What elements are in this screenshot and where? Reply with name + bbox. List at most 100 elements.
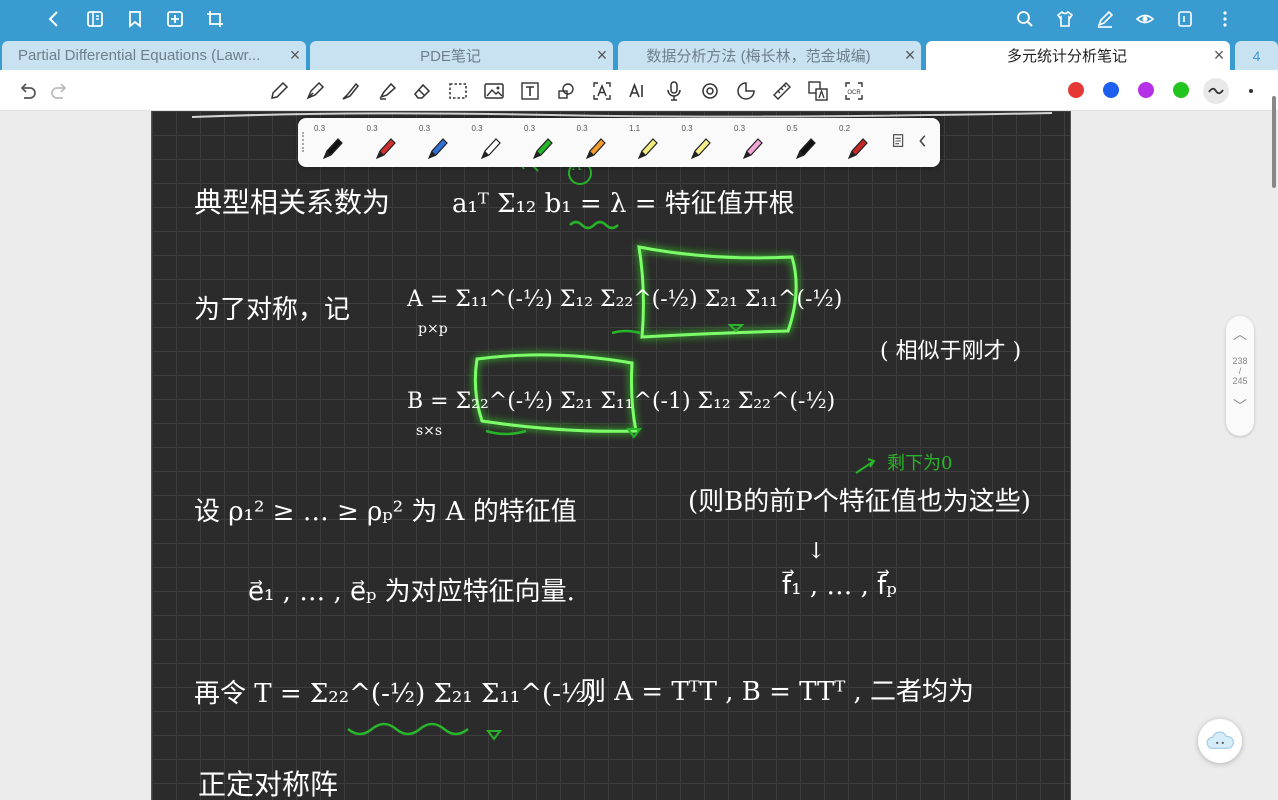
tab-label: Partial Differential Equations (Lawr... — [18, 47, 261, 64]
note-green-remark: 剩下为0 — [887, 453, 953, 474]
laser-pointer-icon[interactable] — [698, 79, 722, 103]
close-icon[interactable]: × — [284, 45, 306, 66]
pen-icon — [375, 138, 396, 160]
ruler-icon[interactable] — [770, 79, 794, 103]
search-icon[interactable] — [1014, 8, 1036, 30]
current-page: 238 — [1232, 356, 1248, 366]
note-line-6-eq: 再令 T = Σ₂₂^(-½) Σ₂₁ Σ₁₁^(-½) — [194, 679, 597, 709]
note-line-5-eq: e⃗₁ , … , e⃗ₚ 为对应特征向量. — [248, 577, 575, 607]
pen-preset[interactable]: 0.3 — [308, 122, 356, 164]
tab-pde-notes[interactable]: PDE笔记 × — [310, 41, 613, 70]
color-swatch-red[interactable] — [1068, 82, 1084, 98]
highlighter-icon[interactable] — [375, 79, 399, 103]
note-line-3-sub: s×s — [416, 423, 443, 439]
redo-icon[interactable] — [48, 79, 72, 103]
pen-preset[interactable]: 0.3 — [361, 122, 409, 164]
pen-settings-icon[interactable] — [890, 132, 910, 152]
translate-icon[interactable] — [806, 79, 830, 103]
pen-size-label: 0.3 — [734, 124, 746, 133]
pen-preset[interactable]: 0.3 — [413, 122, 461, 164]
pen-preset[interactable]: 0.3 — [571, 122, 619, 164]
text-box-icon[interactable] — [518, 79, 542, 103]
pen-icon — [585, 138, 606, 160]
pen-size-label: 0.3 — [524, 124, 536, 133]
stroke-dot-icon[interactable] — [1239, 79, 1263, 103]
assistant-cloud-icon[interactable] — [1198, 719, 1242, 763]
pen-preset[interactable]: 0.3 — [518, 122, 566, 164]
theme-shirt-icon[interactable] — [1054, 8, 1076, 30]
collapse-chevron-icon[interactable] — [916, 132, 932, 152]
pen-icon — [427, 138, 448, 160]
close-icon[interactable]: × — [1208, 45, 1230, 66]
ai-icon[interactable] — [626, 79, 650, 103]
drag-handle[interactable] — [302, 132, 305, 152]
tab-overflow-count[interactable]: 4 — [1235, 41, 1278, 70]
add-page-icon[interactable] — [164, 8, 186, 30]
microphone-icon[interactable] — [662, 79, 686, 103]
image-icon[interactable] — [482, 79, 506, 103]
note-line-7: 正定对称阵 — [198, 768, 339, 800]
pen-icon — [795, 138, 816, 160]
pen-preset[interactable]: 0.5 — [781, 122, 829, 164]
tab-pde-book[interactable]: Partial Differential Equations (Lawr... … — [2, 41, 306, 70]
note-arrow-down: ↓ — [807, 539, 826, 564]
app-top-bar — [0, 0, 1278, 39]
total-pages: 245 — [1232, 376, 1248, 386]
scrollbar-thumb[interactable] — [1272, 96, 1276, 188]
fountain-pen-icon[interactable] — [303, 79, 327, 103]
outline-icon[interactable] — [84, 8, 106, 30]
tab-multivariate-notes[interactable]: 多元统计分析笔记 × — [926, 41, 1230, 70]
document-tabs: Partial Differential Equations (Lawr... … — [0, 39, 1278, 70]
pen-size-label: 1.1 — [629, 124, 641, 133]
pen-preset[interactable]: 1.1 — [623, 122, 671, 164]
pen-preset[interactable]: 0.3 — [676, 122, 724, 164]
eraser-icon[interactable] — [410, 79, 434, 103]
brush-pen-icon[interactable] — [339, 79, 363, 103]
ocr-icon[interactable]: OCR — [842, 79, 866, 103]
tab-data-analysis[interactable]: 数据分析方法 (梅长林，范金城编) × — [618, 41, 921, 70]
pen-size-label: 0.5 — [786, 124, 798, 133]
pen-preset[interactable]: 0.2 — [833, 122, 881, 164]
crop-icon[interactable] — [204, 8, 226, 30]
color-swatch-blue[interactable] — [1103, 82, 1119, 98]
split-view-icon[interactable] — [1174, 8, 1196, 30]
pen-preset[interactable]: 0.3 — [728, 122, 776, 164]
note-page[interactable]: 典型相关系数为 a₁ᵀ Σ₁₂ b₁ = λ = 特征值开根 A 为了对称，记 … — [151, 111, 1071, 800]
pen-mode-icon[interactable] — [1094, 8, 1116, 30]
color-swatch-green[interactable] — [1173, 82, 1189, 98]
chevron-down-icon[interactable]: ﹀ — [1226, 396, 1254, 416]
note-line-4-side: (则B的前P个特征值也为这些) — [688, 487, 1031, 517]
stroke-style-icon[interactable] — [1203, 78, 1229, 104]
pen-icon — [637, 138, 658, 160]
pen-size-label: 0.3 — [314, 124, 326, 133]
page-navigator[interactable]: ︿ 238 / 245 ﹀ — [1226, 316, 1254, 436]
pen-palette: 0.3 0.3 0.3 0.3 0.3 0.3 1.1 0.3 0.3 0.5 0.2 — [298, 118, 940, 167]
page-separator: / — [1238, 366, 1242, 376]
color-swatch-purple[interactable] — [1138, 82, 1154, 98]
note-line-5-right: f⃗₁ , … , f⃗ₚ — [782, 571, 897, 601]
lasso-select-icon[interactable] — [446, 79, 470, 103]
pen-tool-icon[interactable] — [267, 79, 291, 103]
close-icon[interactable]: × — [591, 45, 613, 66]
note-line-1-lead: 典型相关系数为 — [194, 186, 391, 219]
undo-icon[interactable] — [15, 79, 39, 103]
pen-size-label: 0.3 — [366, 124, 378, 133]
pen-size-label: 0.3 — [471, 124, 483, 133]
pen-size-label: 0.3 — [419, 124, 431, 133]
pen-icon — [322, 138, 343, 160]
more-vertical-icon[interactable] — [1214, 8, 1236, 30]
back-icon[interactable] — [43, 8, 65, 30]
close-icon[interactable]: × — [899, 45, 921, 66]
pen-preset[interactable]: 0.3 — [466, 122, 514, 164]
tab-label: 多元统计分析笔记 — [1006, 48, 1127, 65]
note-line-6-right: 则 A = TᵀT , B = TTᵀ , 二者均为 — [580, 677, 975, 707]
read-mode-eye-icon[interactable] — [1134, 8, 1156, 30]
note-line-4-eq: 设 ρ₁² ≥ … ≥ ρₚ² 为 A 的特征值 — [194, 497, 577, 527]
shape-icon[interactable] — [554, 79, 578, 103]
note-line-3-eq: B = Σ₂₂^(-½) Σ₂₁ Σ₁₁^(-1) Σ₁₂ Σ₂₂^(-½) — [407, 389, 836, 414]
pen-size-label: 0.2 — [839, 124, 851, 133]
chevron-up-icon[interactable]: ︿ — [1226, 324, 1254, 344]
sticker-icon[interactable] — [734, 79, 758, 103]
text-recognition-icon[interactable] — [590, 79, 614, 103]
bookmark-icon[interactable] — [124, 8, 146, 30]
